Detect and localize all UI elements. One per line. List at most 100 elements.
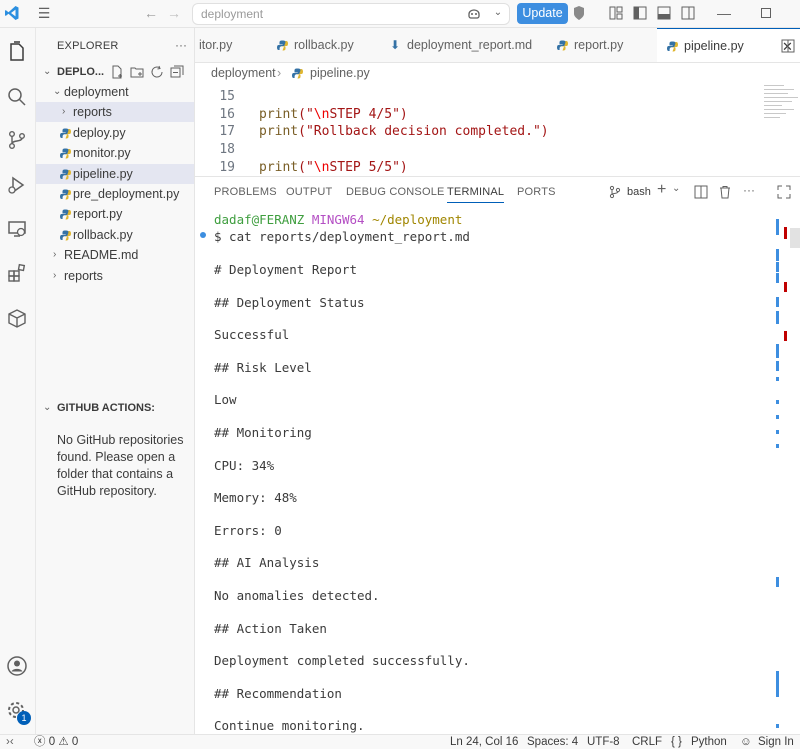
editor-tab[interactable]: pipeline.py ✕ [657,28,800,62]
tree-item-label: reports [73,105,112,120]
github-actions-title[interactable]: GITHUB ACTIONS: [57,402,155,414]
refresh-icon[interactable] [150,65,164,79]
trash-icon[interactable] [718,185,732,199]
scrollbar-thumb[interactable] [790,228,800,248]
new-file-icon[interactable] [110,65,124,79]
language-braces-icon[interactable]: { } [671,736,682,749]
tab-output[interactable]: OUTPUT [286,186,332,198]
tree-item[interactable]: report.py [36,204,194,224]
chevron-down-icon: ⌄ [53,86,62,97]
account-icon[interactable] [6,655,28,677]
scrollbar-marker [776,577,779,587]
sign-in[interactable]: Sign In [758,736,794,749]
language-mode[interactable]: Python [691,736,727,749]
search-icon[interactable] [6,86,28,108]
account-icon[interactable]: ☺ [740,736,752,749]
tree-item[interactable]: pipeline.py [36,163,194,184]
cursor-position[interactable]: Ln 24, Col 16 [450,736,518,749]
github-actions-message: No GitHub repositories found. Please ope… [57,433,184,498]
editor-tabs: itor.py rollback.py ⬇ deployment_report.md r… [195,28,800,63]
tree-item[interactable]: deploy.py [36,123,194,143]
editor-tab-label: itor.py [199,38,233,52]
encoding[interactable]: UTF-8 [587,736,620,749]
tree-item-label: pre_deployment.py [73,187,180,201]
terminal-shell-label[interactable]: bash [627,186,651,198]
collapse-all-icon[interactable] [170,65,184,79]
terminal[interactable]: dadaf@FERANZ MINGW64 ~/deployment $ cat … [195,208,775,734]
workspace-root[interactable]: ⌄ DEPLO... [36,62,194,82]
tab-problems[interactable]: PROBLEMS [214,186,277,198]
breadcrumb-file[interactable]: pipeline.py [310,63,370,83]
terminal-shell-icon [609,185,621,199]
source-control-icon[interactable] [6,129,28,151]
split-terminal-icon[interactable] [694,185,708,199]
terminal-prompt: dadaf@FERANZ MINGW64 ~/deployment [214,212,463,227]
chevron-down-icon[interactable]: ⌄ [490,5,506,21]
editor-tab[interactable]: ⬇ deployment_report.md [380,28,547,62]
command-decoration-icon[interactable] [200,232,206,238]
tree-item[interactable]: › reports [36,102,194,123]
chevron-right-icon: › [53,269,57,281]
minimap-preview [764,85,798,118]
scrollbar-marker [776,724,779,728]
more-actions-icon[interactable]: ··· [175,38,187,52]
new-folder-icon[interactable] [130,65,144,79]
update-button[interactable]: Update [517,3,568,24]
remote-explorer-icon[interactable] [6,218,28,240]
more-actions-icon[interactable]: ··· [743,183,755,197]
packages-box-icon[interactable] [6,307,28,329]
tree-item[interactable]: rollback.py [36,225,194,245]
terminal-scrollbar[interactable] [775,208,800,734]
code-line: print("Rollback decision completed.") [259,124,549,139]
tree-item[interactable]: › README.md [36,245,194,265]
problems-indicator[interactable]: ⓧ 0 ⚠ 0 [34,736,78,749]
split-editor-icon[interactable] [781,39,795,53]
terminal-output-line: Errors: 0 [214,522,282,538]
editor-tab[interactable]: rollback.py [267,28,380,62]
chevron-down-icon[interactable]: ⌄ [672,183,680,194]
new-terminal-icon[interactable]: + [657,181,666,199]
tree-item[interactable]: monitor.py [36,143,194,163]
line-number: 19 [219,160,235,175]
maximize-panel-icon[interactable] [777,185,791,199]
scrollbar-marker [784,227,787,239]
layout-customize-icon[interactable] [608,5,624,21]
accounts-shield-icon[interactable] [571,5,587,21]
maximize-icon[interactable] [758,5,774,21]
terminal-output-line: Continue monitoring. [214,718,365,734]
copilot-icon[interactable] [466,5,482,21]
run-debug-icon[interactable] [6,174,28,196]
terminal-output-line: CPU: 34% [214,457,275,473]
toggle-panel-icon[interactable] [656,5,672,21]
indentation[interactable]: Spaces: 4 [527,736,578,749]
back-arrow-icon[interactable]: ← [143,5,159,21]
forward-arrow-icon[interactable]: → [166,5,182,21]
toggle-sidebar-icon[interactable] [632,5,648,21]
command-center-search[interactable]: deployment [192,3,510,25]
scrollbar-marker [776,344,779,358]
minimize-icon[interactable]: — [716,5,732,21]
remote-indicator-icon[interactable]: ›‹ [6,736,14,749]
toggle-secondary-sidebar-icon[interactable] [680,5,696,21]
chevron-right-icon: › [62,106,66,118]
terminal-output-line: Memory: 48% [214,490,297,506]
tree-item[interactable]: › reports [36,266,194,286]
explorer-files-icon[interactable] [6,41,28,63]
breadcrumb-folder[interactable]: deployment [211,63,276,83]
minimap[interactable] [762,83,800,176]
editor-tab[interactable]: report.py [547,28,657,62]
editor-tab[interactable]: itor.py [195,28,267,62]
tab-debug-console[interactable]: DEBUG CONSOLE [346,186,445,198]
tab-ports[interactable]: PORTS [517,186,556,198]
vscode-logo-icon [5,6,19,20]
menu-icon[interactable]: ☰ [36,5,52,21]
line-ending[interactable]: CRLF [632,736,662,749]
tree-item[interactable]: pre_deployment.py [36,184,194,204]
scrollbar-marker [776,297,779,307]
extensions-icon[interactable] [6,262,28,284]
python-file-icon [557,40,568,51]
tab-terminal[interactable]: TERMINAL [447,186,505,203]
explorer-title: EXPLORER [57,40,119,52]
code-editor[interactable]: 15 16 print("\nSTEP 4/5") 17 print("Roll… [195,83,765,176]
tree-item[interactable]: ⌄ deployment [36,82,194,102]
